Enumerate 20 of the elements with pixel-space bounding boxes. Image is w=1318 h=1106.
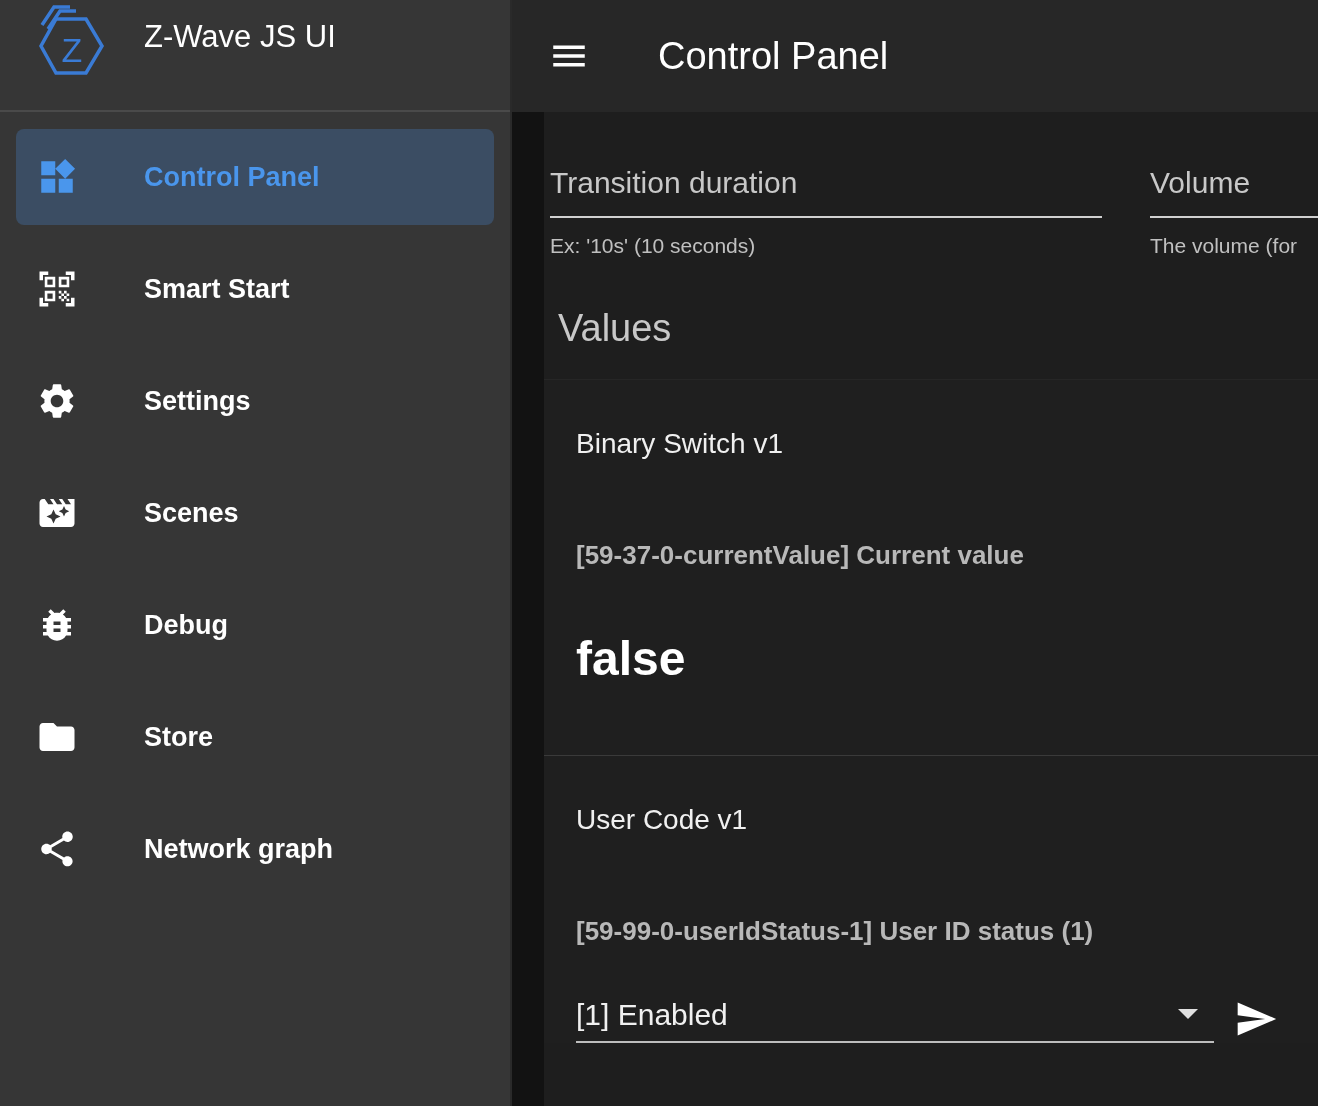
value-text: false <box>576 631 687 687</box>
card-title: Binary Switch v1 <box>576 426 784 461</box>
section-title: Values <box>557 306 673 351</box>
text-field[interactable]: Volume <box>1150 164 1318 218</box>
value-label: [59-37-0-currentValue] Current value <box>576 538 1025 571</box>
field-hint: The volume (for <box>1150 232 1299 259</box>
dropdown-caret-icon <box>1178 1009 1198 1020</box>
text-field[interactable]: Transition duration <box>550 164 1102 218</box>
nav-item[interactable]: Scenes <box>16 465 494 561</box>
nav-item[interactable]: Smart Start <box>16 241 494 337</box>
nav-item[interactable]: Settings <box>16 353 494 449</box>
app-title: Z-Wave JS UI <box>144 17 336 56</box>
nav-item[interactable]: Store <box>16 689 494 785</box>
select-field[interactable]: [1] Enabled <box>576 995 1214 1043</box>
card-title: User Code v1 <box>576 803 749 837</box>
nav-item[interactable]: Network graph <box>16 801 494 897</box>
nav-item[interactable]: Debug <box>16 577 494 673</box>
page-title: Control Panel <box>658 33 889 79</box>
field-hint: Ex: '10s' (10 seconds) <box>550 232 757 259</box>
value-label: [59-99-0-userIdStatus-1] User ID status (1) <box>576 915 1095 948</box>
